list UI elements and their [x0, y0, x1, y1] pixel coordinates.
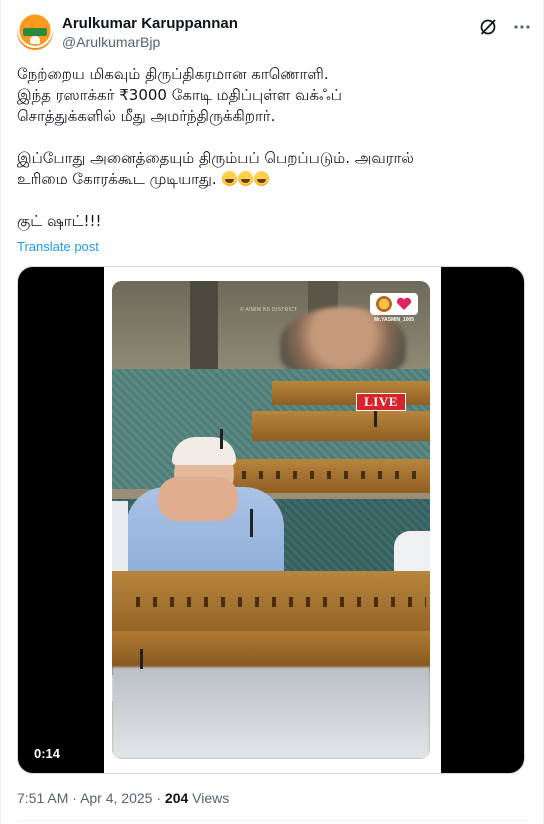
post-line: நேற்றைய மிகவும் திருப்திகரமான காணொளி.: [17, 65, 329, 83]
post-time[interactable]: 7:51 AM: [17, 790, 68, 806]
post-line: இப்போது அனைத்தையும் திரும்பப் பெறப்படும்…: [17, 149, 414, 167]
post-line: சொத்துக்களில் மீது அமர்ந்திருக்கிறார்.: [17, 107, 276, 125]
views-count: 204: [164, 790, 189, 806]
video-watermark: © AIMIM BS DISTRICT: [240, 307, 298, 313]
post-line-with-emoji: உரிமை கோரக்கூட முடியாது.: [17, 169, 527, 190]
rolling-laughing-emoji-icon: [238, 171, 254, 186]
post-text: நேற்றைய மிகவும் திருப்திகரமான காணொளி. இந…: [17, 64, 527, 232]
separator: ·: [72, 790, 77, 806]
microphone-icon: [140, 649, 143, 669]
post-line: உரிமை கோரக்கூட முடியாது.: [17, 170, 217, 188]
separator: ·: [156, 790, 162, 806]
tweet: Arulkumar Karuppannan @ArulkumarBjp நேற்…: [0, 0, 544, 824]
divider: [17, 820, 529, 821]
post-metadata: 7:51 AM · Apr 4, 2025 · 204 Views: [17, 790, 229, 806]
video-duration: 0:14: [30, 745, 65, 762]
rolling-laughing-emoji-icon: [222, 171, 238, 186]
views-label: Views: [192, 790, 230, 806]
lion-icon: [376, 296, 392, 312]
channel-logo: [370, 293, 418, 315]
translate-post-link[interactable]: Translate post: [17, 239, 99, 254]
post-line: குட் ஷாட்!!!: [17, 212, 102, 230]
lotus-icon: [30, 36, 40, 44]
more-dots-icon[interactable]: [513, 18, 531, 36]
avatar[interactable]: [17, 14, 53, 50]
author-handle[interactable]: @ArulkumarBjp: [62, 34, 160, 50]
heart-icon: [396, 297, 412, 310]
grok-icon[interactable]: [479, 18, 497, 36]
video-still: © AIMIM BS DISTRICT Mr.YASMIN_1005 LIVE: [112, 281, 430, 759]
video-player[interactable]: © AIMIM BS DISTRICT Mr.YASMIN_1005 LIVE …: [17, 266, 525, 774]
video-frame: © AIMIM BS DISTRICT Mr.YASMIN_1005 LIVE: [104, 267, 441, 773]
tweet-header: Arulkumar Karuppannan @ArulkumarBjp: [17, 14, 531, 54]
post-date[interactable]: Apr 4, 2025: [80, 790, 152, 806]
microphone-icon: [250, 509, 253, 537]
post-line: இந்த ரஸாக்கர் ₹3000 கோடி மதிப்புள்ள வக்ஃ…: [17, 86, 342, 104]
live-badge: LIVE: [356, 393, 406, 411]
microphone-icon: [220, 429, 223, 449]
logo-caption: Mr.YASMIN_1005: [373, 317, 415, 323]
author-name[interactable]: Arulkumar Karuppannan: [62, 15, 238, 32]
rolling-laughing-emoji-icon: [254, 171, 270, 186]
